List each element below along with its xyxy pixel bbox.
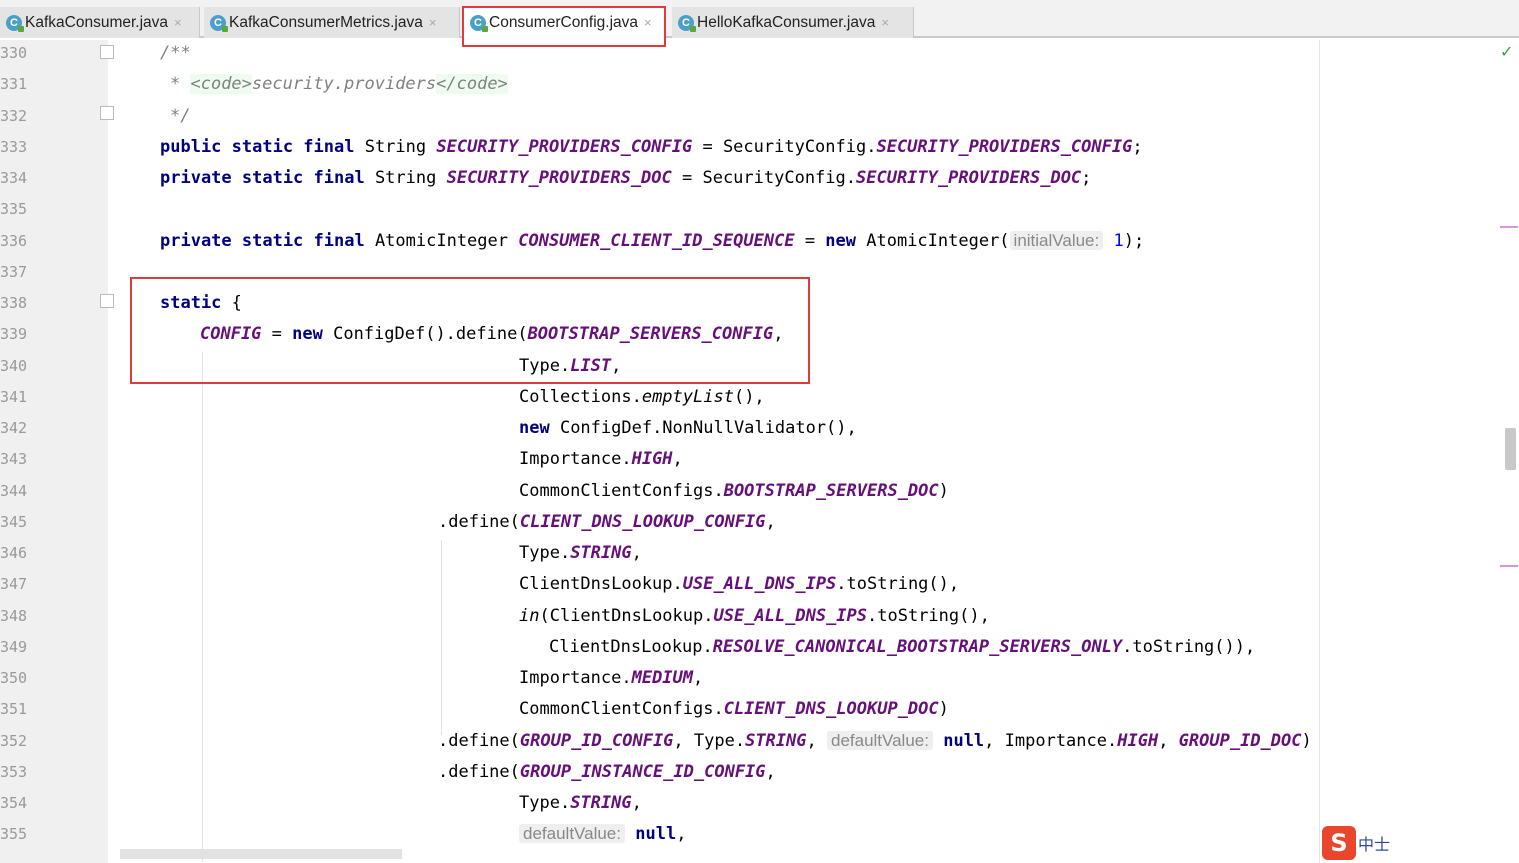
line-number: 336 bbox=[0, 232, 28, 250]
line-number: 341 bbox=[0, 388, 28, 406]
line-number: 331 bbox=[0, 75, 28, 93]
line-number: 354 bbox=[0, 794, 28, 812]
line-number: 340 bbox=[0, 357, 28, 375]
error-stripe-mark[interactable] bbox=[1500, 565, 1518, 567]
code-line[interactable]: defaultValue: null, bbox=[519, 824, 686, 844]
tab-kafka-consumer[interactable]: C KafkaConsumer.java × bbox=[0, 7, 200, 38]
close-icon[interactable]: × bbox=[881, 15, 889, 30]
parameter-hint: defaultValue: bbox=[826, 731, 933, 750]
fold-marker-icon[interactable] bbox=[100, 294, 114, 308]
code-line[interactable]: CommonClientConfigs.CLIENT_DNS_LOOKUP_DO… bbox=[519, 699, 949, 719]
java-class-icon: C bbox=[210, 14, 228, 32]
close-icon[interactable]: × bbox=[174, 15, 182, 30]
line-number: 350 bbox=[0, 669, 28, 687]
line-number: 349 bbox=[0, 638, 28, 656]
code-line[interactable]: CommonClientConfigs.BOOTSTRAP_SERVERS_DO… bbox=[519, 481, 949, 501]
editor-tab-bar: C KafkaConsumer.java × C KafkaConsumerMe… bbox=[0, 0, 1519, 38]
line-number: 353 bbox=[0, 763, 28, 781]
right-margin-guide bbox=[1319, 40, 1320, 863]
watermark-text: 中士 bbox=[1358, 835, 1391, 854]
active-tab-highlight-box bbox=[462, 6, 666, 47]
line-number: 339 bbox=[0, 325, 28, 343]
indent-guide bbox=[202, 352, 203, 862]
static-block-highlight-box bbox=[130, 277, 810, 384]
line-number: 337 bbox=[0, 263, 28, 281]
tab-label: KafkaConsumer.java bbox=[25, 13, 169, 31]
code-line[interactable]: Type.STRING, bbox=[519, 793, 642, 813]
java-class-icon: C bbox=[6, 14, 24, 32]
line-number: 345 bbox=[0, 513, 28, 531]
horizontal-scrollbar-thumb[interactable] bbox=[120, 849, 402, 859]
code-line[interactable]: ClientDnsLookup.USE_ALL_DNS_IPS.toString… bbox=[519, 574, 959, 594]
line-number: 343 bbox=[0, 450, 28, 468]
fold-marker-icon[interactable] bbox=[100, 45, 114, 59]
code-line[interactable]: in(ClientDnsLookup.USE_ALL_DNS_IPS.toStr… bbox=[519, 606, 990, 626]
inspection-ok-icon[interactable]: ✓ bbox=[1500, 42, 1513, 61]
sogou-logo-icon: S bbox=[1322, 826, 1356, 860]
code-line[interactable]: Importance.HIGH, bbox=[519, 449, 683, 469]
line-number: 342 bbox=[0, 419, 28, 437]
line-number: 352 bbox=[0, 732, 28, 750]
fold-marker-icon[interactable] bbox=[100, 106, 114, 120]
line-number: 344 bbox=[0, 482, 28, 500]
line-number: 338 bbox=[0, 294, 28, 312]
code-line[interactable]: * <code>security.providers</code> bbox=[170, 74, 508, 94]
tab-hello-kafka-consumer[interactable]: C HelloKafkaConsumer.java × bbox=[672, 7, 914, 38]
code-line[interactable]: Collections.emptyList(), bbox=[519, 387, 765, 407]
vertical-scrollbar-thumb[interactable] bbox=[1505, 428, 1516, 470]
code-line[interactable]: private static final AtomicInteger CONSU… bbox=[160, 231, 1144, 251]
code-line[interactable]: Importance.MEDIUM, bbox=[519, 668, 703, 688]
code-line[interactable]: /** bbox=[160, 43, 191, 63]
close-icon[interactable]: × bbox=[429, 15, 437, 30]
code-line[interactable]: .define(GROUP_INSTANCE_ID_CONFIG, bbox=[438, 762, 776, 782]
line-number: 334 bbox=[0, 169, 28, 187]
line-number: 332 bbox=[0, 107, 28, 125]
tab-kafka-consumer-metrics[interactable]: C KafkaConsumerMetrics.java × bbox=[204, 7, 460, 38]
code-line[interactable]: .define(CLIENT_DNS_LOOKUP_CONFIG, bbox=[438, 512, 776, 532]
code-line[interactable]: private static final String SECURITY_PRO… bbox=[160, 168, 1091, 188]
line-number: 335 bbox=[0, 200, 28, 218]
indent-guide bbox=[441, 540, 442, 735]
code-line[interactable]: public static final String SECURITY_PROV… bbox=[160, 137, 1143, 157]
line-number: 347 bbox=[0, 575, 28, 593]
parameter-hint: initialValue: bbox=[1009, 231, 1104, 250]
line-number: 355 bbox=[0, 825, 28, 843]
parameter-hint: defaultValue: bbox=[519, 824, 625, 843]
tab-label: HelloKafkaConsumer.java bbox=[697, 13, 876, 31]
java-class-icon: C bbox=[678, 14, 696, 32]
error-stripe-mark[interactable] bbox=[1500, 226, 1518, 228]
code-line[interactable]: new ConfigDef.NonNullValidator(), bbox=[519, 418, 857, 438]
line-number: 330 bbox=[0, 44, 28, 62]
code-line[interactable]: Type.STRING, bbox=[519, 543, 642, 563]
tab-label: KafkaConsumerMetrics.java bbox=[229, 13, 423, 31]
code-line[interactable]: ClientDnsLookup.RESOLVE_CANONICAL_BOOTST… bbox=[549, 637, 1255, 657]
line-number: 346 bbox=[0, 544, 28, 562]
watermark: S 中士 bbox=[1322, 826, 1390, 860]
code-line[interactable]: */ bbox=[170, 106, 190, 126]
line-number: 348 bbox=[0, 607, 28, 625]
line-number: 333 bbox=[0, 138, 28, 156]
line-number: 351 bbox=[0, 700, 28, 718]
code-line[interactable]: .define(GROUP_ID_CONFIG, Type.STRING, de… bbox=[438, 731, 1312, 751]
